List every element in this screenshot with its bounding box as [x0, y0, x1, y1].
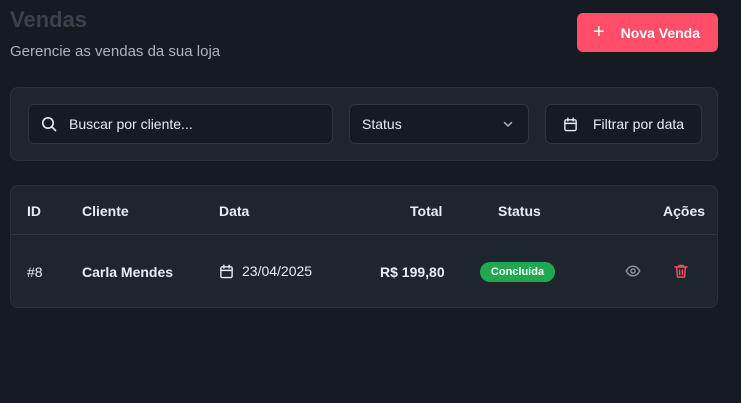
status-select-label: Status — [362, 116, 402, 132]
plus-icon: + — [592, 20, 605, 43]
calendar-icon — [220, 264, 233, 278]
column-status: Status — [498, 203, 541, 219]
column-client: Cliente — [82, 203, 129, 219]
column-total: Total — [410, 203, 443, 219]
search-icon — [42, 117, 57, 132]
column-actions: Ações — [663, 203, 706, 219]
table-header: ID Cliente Data Total Status Ações — [11, 186, 717, 235]
new-sale-label: Nova Venda — [620, 24, 701, 41]
row-client: Carla Mendes — [82, 264, 174, 280]
chevron-down-icon — [503, 121, 513, 127]
search-input[interactable] — [69, 116, 309, 132]
table-row: #8 Carla Mendes 23/04/2025 R$ 199,80 Con… — [11, 236, 717, 307]
filter-panel: Status Filtrar por data — [10, 87, 718, 161]
trash-icon[interactable] — [673, 263, 689, 279]
status-badge: Concluída — [480, 262, 555, 282]
row-date-value: 23/04/2025 — [242, 263, 313, 279]
row-date: 23/04/2025 — [219, 262, 312, 280]
sales-page: Vendas Gerencie as vendas da sua loja + … — [0, 0, 741, 403]
eye-icon[interactable] — [625, 263, 641, 279]
row-id: #8 — [27, 264, 43, 280]
page-subtitle: Gerencie as vendas da sua loja — [10, 43, 221, 60]
calendar-icon — [564, 117, 577, 131]
row-total: R$ 199,80 — [380, 264, 445, 280]
date-filter-button[interactable]: Filtrar por data — [545, 104, 702, 144]
date-filter-label: Filtrar por data — [593, 116, 685, 132]
new-sale-button[interactable]: + Nova Venda — [577, 13, 718, 52]
status-select[interactable]: Status — [349, 104, 529, 144]
column-date: Data — [219, 203, 250, 219]
column-id: ID — [27, 203, 41, 219]
search-box[interactable] — [28, 104, 333, 144]
sales-table: ID Cliente Data Total Status Ações #8 Ca… — [10, 185, 718, 308]
page-title: Vendas — [10, 7, 88, 32]
